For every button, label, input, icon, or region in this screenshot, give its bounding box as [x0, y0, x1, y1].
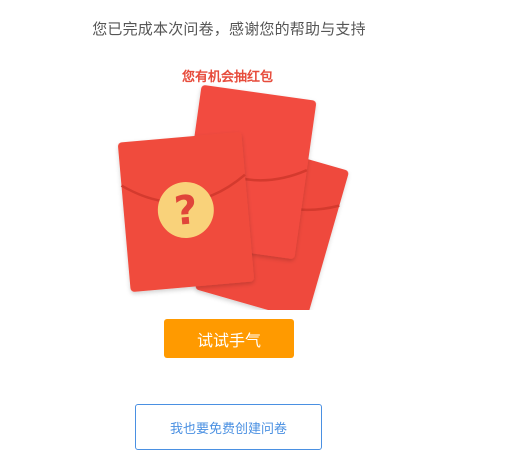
envelope-front: ?: [118, 132, 254, 292]
red-envelope-icon: ?: [118, 85, 349, 310]
completion-message: 您已完成本次问卷，感谢您的帮助与支持: [92, 20, 366, 38]
question-mark-icon: ?: [172, 187, 199, 235]
try-luck-button[interactable]: 试试手气: [164, 319, 294, 358]
survey-complete-page: 您已完成本次问卷，感谢您的帮助与支持 您有机会抽红包 ? 试试手气 我也要免费创…: [0, 0, 515, 472]
create-survey-button[interactable]: 我也要免费创建问卷: [135, 404, 322, 450]
